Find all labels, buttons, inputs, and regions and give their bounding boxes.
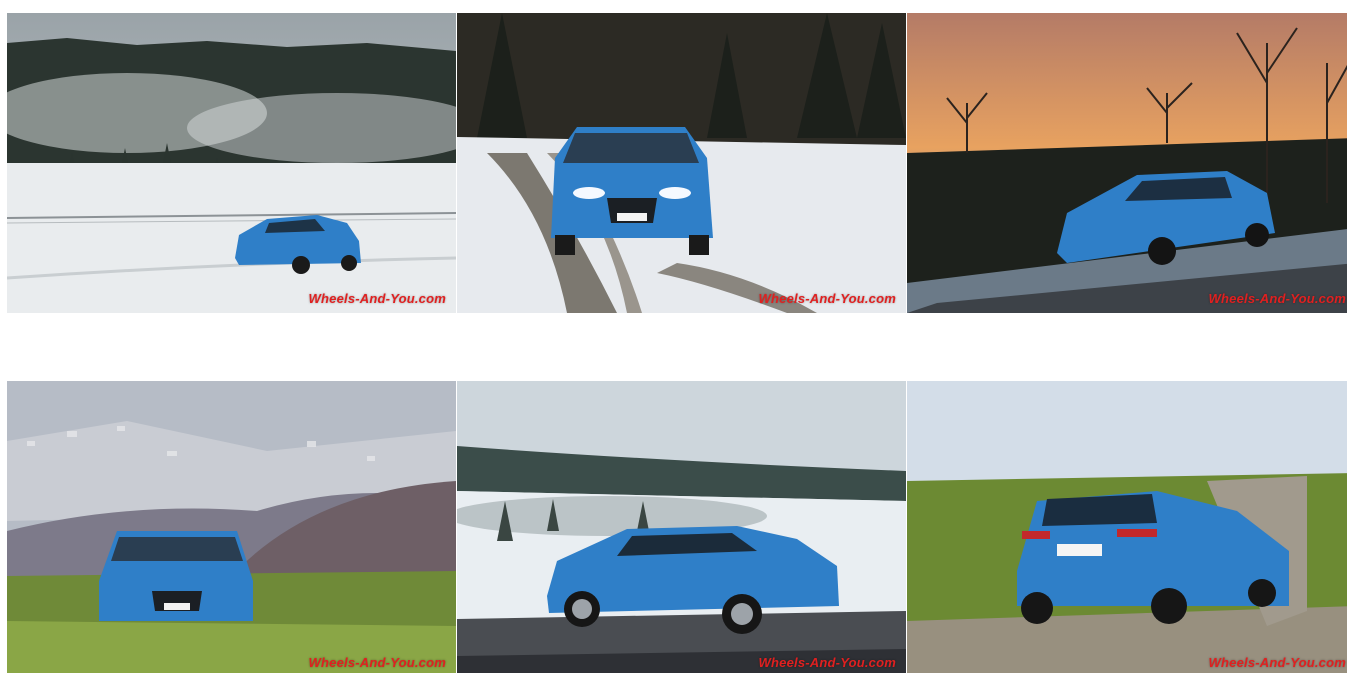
watermark-text: Wheels-And-You.com — [1208, 291, 1346, 306]
gallery-photo-6[interactable]: Wheels-And-You.com — [907, 377, 1347, 677]
gallery-photo-4[interactable]: Wheels-And-You.com — [7, 377, 456, 677]
gallery-photo-3[interactable]: Wheels-And-You.com — [907, 13, 1347, 313]
watermark-text: Wheels-And-You.com — [758, 655, 896, 670]
watermark-text: Wheels-And-You.com — [1208, 655, 1346, 670]
photo-sunset-road — [907, 13, 1347, 313]
gallery-photo-2[interactable]: Wheels-And-You.com — [457, 13, 906, 313]
gallery-photo-5[interactable]: Wheels-And-You.com — [457, 377, 906, 677]
watermark-text: Wheels-And-You.com — [308, 291, 446, 306]
car — [551, 127, 713, 255]
photo-gravel-rear — [907, 381, 1347, 673]
photo-misty-snow-side — [457, 381, 906, 673]
watermark-text: Wheels-And-You.com — [308, 655, 446, 670]
photo-gallery: Wheels-And-You.com Wheels-And-You.com Wh… — [0, 0, 1347, 673]
photo-snowy-field-fog — [7, 13, 456, 313]
watermark-text: Wheels-And-You.com — [758, 291, 896, 306]
gallery-photo-1[interactable]: Wheels-And-You.com — [7, 13, 456, 313]
car — [99, 531, 253, 621]
photo-snowy-track-front — [457, 13, 906, 313]
photo-meadow-front — [7, 381, 456, 673]
